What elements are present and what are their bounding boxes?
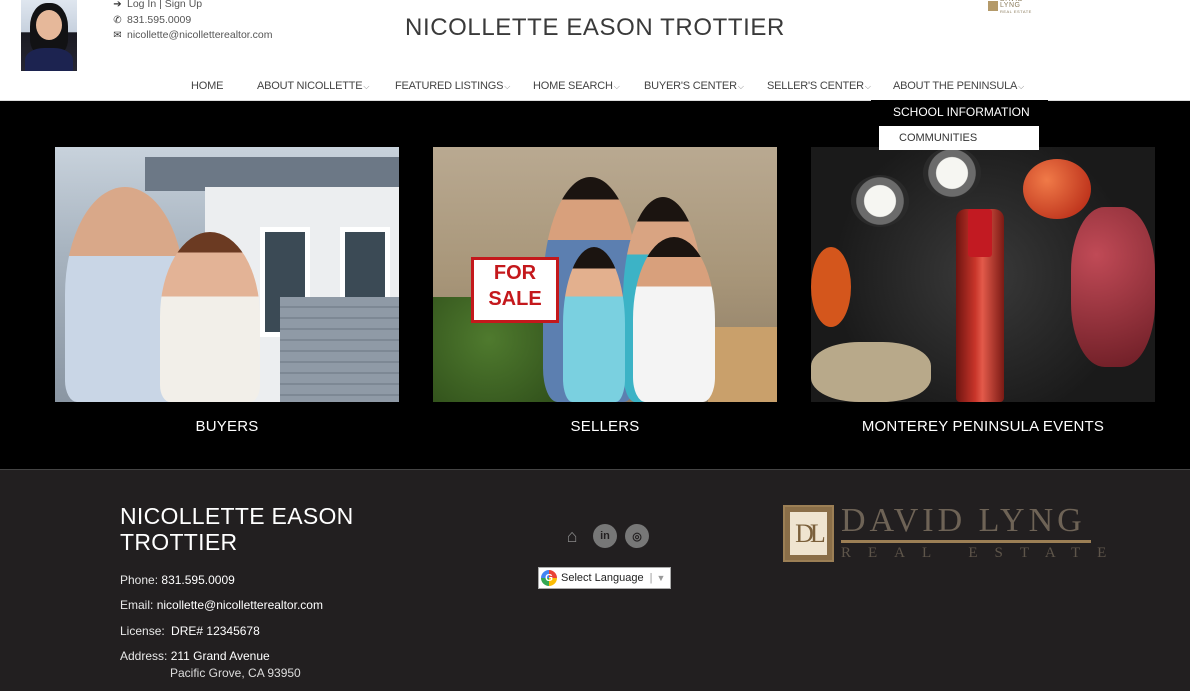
footer-name-line2: TROTTIER <box>120 529 238 555</box>
chevron-down-icon: ⌵ <box>864 82 871 91</box>
menu-item-communities[interactable]: COMMUNITIES <box>879 126 1039 150</box>
feature-cards: BUYERS FOR SALE SELLERS MONTEREY PENINSU… <box>0 101 1190 469</box>
nav-item-label: HOME <box>191 80 224 92</box>
site-footer: NICOLLETTE EASON TROTTIER Phone: 831.595… <box>0 469 1190 691</box>
card-sellers[interactable]: FOR SALE SELLERS <box>433 147 777 435</box>
chevron-down-icon: ⌵ <box>613 82 620 91</box>
footer-address-label: Address: <box>120 649 168 663</box>
nav-item-buyers-center[interactable]: BUYER'S CENTER⌵ <box>644 80 744 92</box>
nav-item-home-search[interactable]: HOME SEARCH⌵ <box>533 80 620 92</box>
login-signup-link[interactable]: ➔ Log In | Sign Up <box>112 0 272 13</box>
nav-item-label: ABOUT THE PENINSULA <box>893 80 1018 92</box>
footer-email-label: Email: <box>120 598 154 612</box>
footer-license: License: DRE# 12345678 <box>120 624 260 638</box>
footer-license-label: License: <box>120 624 165 638</box>
mini-logo-name: DAVID LYNG <box>999 0 1023 9</box>
chevron-down-icon: ⌵ <box>363 82 370 91</box>
nav-item-about-nicollette[interactable]: ABOUT NICOLLETTE⌵ <box>257 80 369 92</box>
language-select-label: Select Language <box>561 572 644 584</box>
nav-item-home[interactable]: HOME <box>191 80 223 92</box>
footer-phone-label: Phone: <box>120 573 159 587</box>
footer-phone-number[interactable]: 831.595.0009 <box>161 573 234 587</box>
nav-item-label: SELLER'S CENTER <box>767 80 864 92</box>
logo-initials: DL <box>790 512 827 555</box>
footer-license-number: DRE# 12345678 <box>171 624 260 638</box>
main-nav: HOME ABOUT NICOLLETTE⌵ FEATURED LISTINGS… <box>0 72 1190 101</box>
sellers-image[interactable]: FOR SALE <box>433 147 777 402</box>
footer-address: Address: 211 Grand Avenue <box>120 649 270 663</box>
google-icon: G <box>541 570 557 586</box>
chevron-down-icon: ⌵ <box>737 82 744 91</box>
logo-name: DAVID LYNG <box>841 502 1086 539</box>
card-label-events[interactable]: MONTEREY PENINSULA EVENTS <box>811 418 1155 435</box>
nav-item-label: ABOUT NICOLLETTE <box>257 80 363 92</box>
menu-item-school-information[interactable]: SCHOOL INFORMATION <box>871 100 1048 126</box>
card-events[interactable]: MONTEREY PENINSULA EVENTS <box>811 147 1155 435</box>
footer-name-line1: NICOLLETTE EASON <box>120 503 354 529</box>
equal-housing-icon[interactable]: ⌂ <box>559 524 585 548</box>
card-label-buyers[interactable]: BUYERS <box>55 418 399 435</box>
linkedin-icon[interactable]: in <box>593 524 617 548</box>
chevron-down-icon: ⌵ <box>1018 82 1025 91</box>
login-signup-label[interactable]: Log In | Sign Up <box>127 0 202 13</box>
login-icon: ➔ <box>113 0 122 10</box>
nav-item-featured-listings[interactable]: FEATURED LISTINGS⌵ <box>395 80 510 92</box>
logo-subtitle: REAL ESTATE <box>841 545 1124 561</box>
footer-agent-name: NICOLLETTE EASON TROTTIER <box>120 503 420 555</box>
events-image[interactable] <box>811 147 1155 402</box>
chevron-down-icon: ⌵ <box>504 82 511 91</box>
footer-address-line2: Pacific Grove, CA 93950 <box>170 666 301 680</box>
header-brokerage-logo[interactable]: DAVID LYNG REAL ESTATE <box>988 0 1046 14</box>
nav-item-label: FEATURED LISTINGS <box>395 80 504 92</box>
social-links: ⌂ in ◎ <box>559 524 649 548</box>
site-title[interactable]: NICOLLETTE EASON TROTTIER <box>0 14 1190 42</box>
language-select[interactable]: G Select Language | ▼ <box>538 567 671 589</box>
footer-address-line1: 211 Grand Avenue <box>170 649 270 663</box>
nav-item-sellers-center[interactable]: SELLER'S CENTER⌵ <box>767 80 871 92</box>
dropdown-arrow-icon: ▼ <box>656 573 666 583</box>
sign-text-line2: SALE <box>488 288 542 310</box>
footer-email-link[interactable]: nicollette@nicolletterealtor.com <box>157 598 323 612</box>
card-buyers[interactable]: BUYERS <box>55 147 399 435</box>
nav-item-about-the-peninsula[interactable]: ABOUT THE PENINSULA⌵ <box>893 80 1024 92</box>
mini-logo-sub: REAL ESTATE <box>999 9 1032 14</box>
peninsula-dropdown-menu: SCHOOL INFORMATION COMMUNITIES <box>871 100 1048 150</box>
buyers-image[interactable] <box>55 147 399 402</box>
footer-phone: Phone: 831.595.0009 <box>120 573 235 587</box>
for-sale-sign: FOR SALE <box>471 257 559 323</box>
card-label-sellers[interactable]: SELLERS <box>433 418 777 435</box>
nav-item-label: BUYER'S CENTER <box>644 80 737 92</box>
footer-email: Email: nicollette@nicolletterealtor.com <box>120 598 323 612</box>
brokerage-logo[interactable]: DL DAVID LYNG REAL ESTATE <box>783 502 1106 564</box>
site-header: ➔ Log In | Sign Up ✆ 831.595.0009 ✉ nico… <box>0 0 1190 101</box>
instagram-icon[interactable]: ◎ <box>625 524 649 548</box>
sign-text-line1: FOR <box>493 262 537 284</box>
nav-item-label: HOME SEARCH <box>533 80 613 92</box>
